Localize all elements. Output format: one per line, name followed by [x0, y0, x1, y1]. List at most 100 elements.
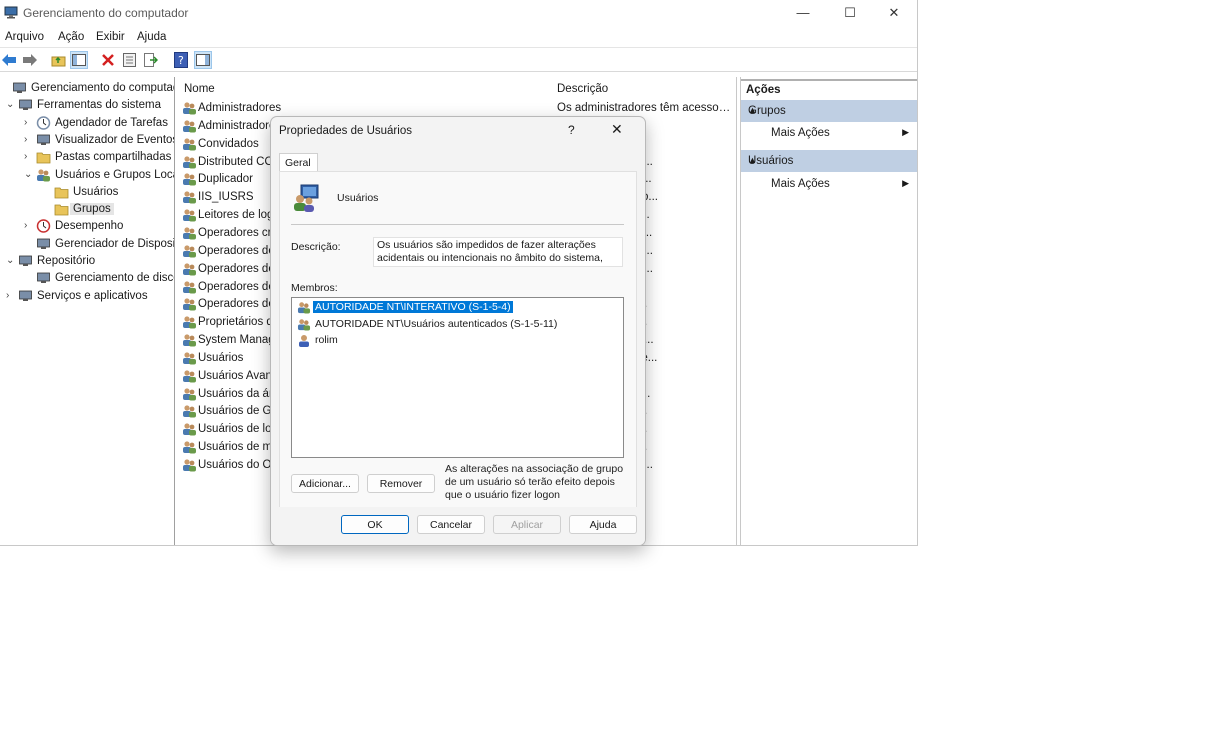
tree-item-label: Desempenho — [55, 220, 124, 233]
tree-item-label: Serviços e aplicativos — [37, 289, 148, 302]
separator — [291, 224, 624, 225]
description-label: Descrição: — [291, 241, 341, 253]
dialog-title: Propriedades de Usuários — [279, 125, 412, 137]
menu-acao[interactable]: Ação — [58, 31, 84, 43]
expanded-chevron-icon[interactable]: ⌄ — [24, 169, 34, 180]
tree-item-label: Repositório — [37, 255, 96, 267]
event-viewer-icon — [37, 134, 50, 145]
group-icon — [183, 334, 196, 347]
menu-exibir[interactable]: Exibir — [96, 31, 125, 43]
group-name-cell: Administradores — [198, 102, 282, 114]
collapsed-chevron-icon[interactable]: › — [24, 117, 34, 128]
tree-item-label: Visualizador de Eventos — [55, 133, 175, 146]
dialog-help-icon[interactable]: ? — [568, 123, 575, 137]
column-header-description[interactable]: Descrição — [557, 83, 608, 95]
column-header-name[interactable]: Nome — [184, 83, 215, 95]
membership-note: As alterações na associação de grupo de … — [445, 463, 624, 501]
group-icon — [183, 173, 196, 186]
properties-icon[interactable] — [120, 51, 138, 69]
computer-icon — [13, 82, 26, 93]
users-group-icon — [37, 168, 50, 181]
group-icon — [183, 209, 196, 222]
menu-ajuda[interactable]: Ajuda — [137, 31, 166, 43]
minimize-button[interactable]: — — [780, 0, 826, 26]
group-icon — [183, 245, 196, 258]
group-icon — [183, 138, 196, 151]
delete-icon[interactable] — [99, 51, 117, 69]
properties-dialog: Propriedades de Usuários ? ✕ Geral Usuár… — [270, 116, 646, 546]
member-name: AUTORIDADE NT\INTERATIVO (S-1-5-4) — [313, 301, 513, 313]
submenu-arrow-icon: ▶ — [902, 178, 909, 188]
user-icon — [299, 335, 309, 347]
members-listbox[interactable]: AUTORIDADE NT\INTERATIVO (S-1-5-4) AUTORI… — [291, 297, 624, 458]
tools-icon — [19, 99, 32, 111]
collapse-icon[interactable]: ▲ — [748, 155, 909, 165]
group-description-cell: Os administradores têm acesso co... — [557, 102, 733, 114]
group-icon — [297, 318, 311, 331]
collapsed-chevron-icon[interactable]: › — [6, 290, 16, 301]
tree-item-label: Gerenciamento de disco — [55, 272, 175, 285]
tree-item-label: Pastas compartilhadas — [55, 151, 172, 164]
actions-section-usuarios[interactable]: Usuários ▲ — [741, 150, 917, 172]
menu-arquivo[interactable]: Arquivo — [5, 31, 44, 43]
ok-button[interactable]: OK — [341, 515, 409, 534]
collapsed-chevron-icon[interactable]: › — [24, 151, 34, 162]
actions-pane: Ações Grupos ▲ Mais Ações ▶ Usuários ▲ Mai… — [740, 77, 917, 545]
group-icon — [183, 370, 196, 383]
title-bar: Gerenciamento do computador — ☐ ✕ — [0, 0, 917, 26]
console-tree: Gerenciamento do computador ⌄ Ferramentas … — [0, 77, 175, 545]
collapsed-chevron-icon[interactable]: › — [24, 220, 34, 231]
table-row[interactable]: Administradores Os administradores têm ac… — [178, 100, 736, 117]
close-button[interactable]: ✕ — [871, 0, 917, 26]
group-icon — [183, 120, 196, 133]
remove-button[interactable]: Remover — [367, 474, 435, 493]
show-console-tree-icon[interactable] — [70, 51, 88, 69]
expanded-chevron-icon[interactable]: ⌄ — [6, 99, 16, 110]
clock-icon — [36, 115, 51, 130]
export-list-icon[interactable] — [142, 51, 160, 69]
disk-icon — [37, 272, 50, 284]
shared-folder-icon — [36, 152, 51, 164]
dialog-close-icon[interactable]: ✕ — [611, 121, 623, 138]
description-field[interactable]: Os usuários são impedidos de fazer alter… — [373, 237, 623, 267]
group-icon — [183, 102, 196, 115]
mais-acoes-grupos[interactable]: Mais Ações — [771, 127, 830, 139]
back-arrow-icon[interactable] — [0, 51, 18, 69]
add-button[interactable]: Adicionar... — [291, 474, 359, 493]
tree-item-label: Usuários — [73, 185, 119, 198]
actions-section-grupos[interactable]: Grupos ▲ — [741, 100, 917, 122]
maximize-button[interactable]: ☐ — [827, 0, 873, 26]
svg-text:?: ? — [178, 54, 184, 67]
tree-item-label: Gerenciamento do computador — [31, 82, 175, 94]
cancel-button[interactable]: Cancelar — [417, 515, 485, 534]
up-folder-icon[interactable] — [49, 51, 67, 69]
forward-arrow-icon[interactable] — [21, 51, 39, 69]
apply-button[interactable]: Aplicar — [493, 515, 561, 534]
menu-bar: Arquivo Ação Exibir Ajuda — [0, 27, 917, 48]
members-label: Membros: — [291, 282, 338, 294]
group-icon — [183, 227, 196, 240]
users-group-icon — [294, 184, 319, 212]
member-name: rolim — [315, 334, 338, 346]
group-icon — [183, 263, 196, 276]
group-icon — [183, 298, 196, 311]
help-button[interactable]: Ajuda — [569, 515, 637, 534]
window-title: Gerenciamento do computador — [23, 6, 189, 20]
group-icon — [183, 459, 196, 472]
group-icon — [183, 441, 196, 454]
tab-geral[interactable]: Geral — [279, 153, 318, 172]
member-name: AUTORIDADE NT\Usuários autenticados (S-1… — [315, 317, 558, 330]
expanded-chevron-icon[interactable]: ⌄ — [6, 255, 16, 266]
tree-item-label: Usuários e Grupos Locais — [55, 168, 175, 181]
tree-item-label: Ferramentas do sistema — [37, 99, 161, 112]
mais-acoes-usuarios[interactable]: Mais Ações — [771, 178, 830, 190]
collapse-icon[interactable]: ▲ — [748, 105, 909, 115]
group-icon — [183, 191, 196, 204]
collapsed-chevron-icon[interactable]: › — [24, 134, 34, 145]
storage-icon — [19, 255, 32, 266]
group-icon — [183, 280, 196, 293]
show-action-pane-icon[interactable] — [194, 51, 212, 69]
help-icon[interactable]: ? — [172, 51, 190, 69]
computer-management-icon — [4, 6, 18, 19]
folder-icon — [54, 187, 69, 199]
